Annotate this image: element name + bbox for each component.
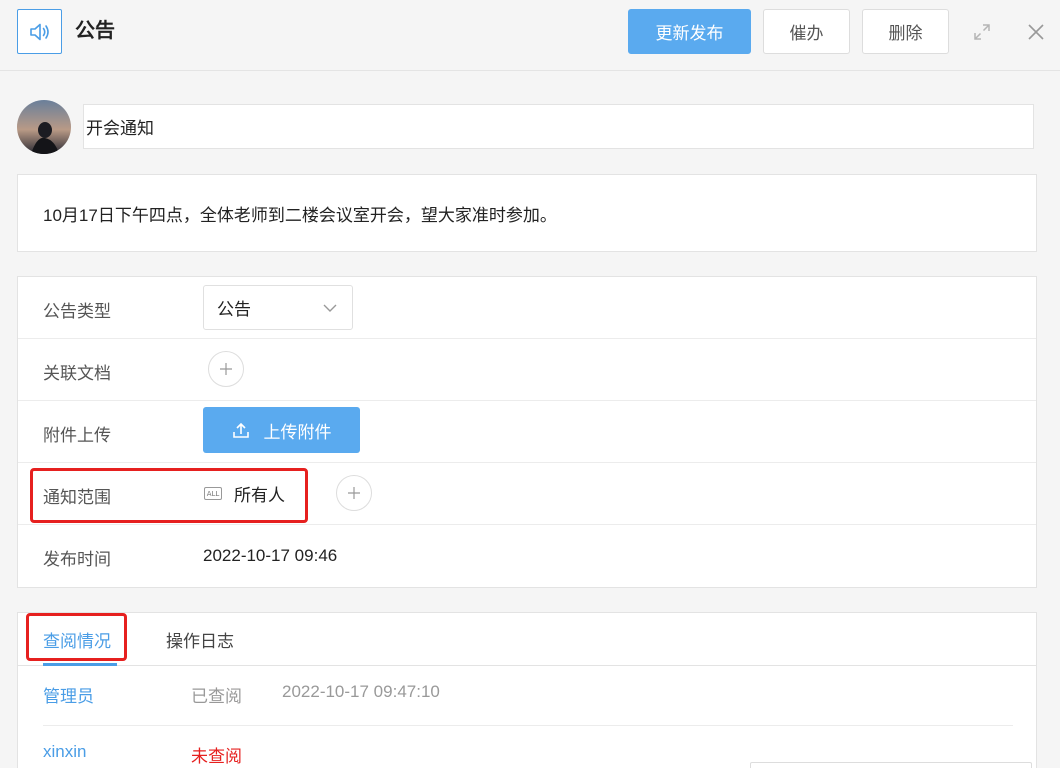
speaker-icon: [17, 9, 62, 54]
tabs-bar: 查阅情况 操作日志: [18, 613, 1036, 666]
chevron-down-icon: [322, 300, 338, 321]
upload-attachment-button[interactable]: 上传附件: [203, 407, 360, 453]
notice-form-panel: 公告类型 公告 关联文档 附件上传 上传附件 通知范围 ALL 所有人 发布时间…: [17, 276, 1037, 588]
type-label: 公告类型: [43, 302, 111, 321]
table-row: 管理员 已查阅 2022-10-17 09:47:10: [43, 666, 1013, 726]
publish-time-value: 2022-10-17 09:46: [203, 546, 338, 565]
notice-title-input[interactable]: 开会通知: [83, 104, 1034, 149]
attachment-label: 附件上传: [43, 426, 111, 445]
delete-button[interactable]: 删除: [862, 9, 949, 54]
scope-tag[interactable]: ALL 所有人: [204, 481, 285, 506]
reader-name[interactable]: 管理员: [43, 682, 94, 707]
type-row: 公告类型 公告: [18, 277, 1036, 339]
page-title: 公告: [75, 20, 115, 42]
notice-content[interactable]: 10月17日下午四点，全体老师到二楼会议室开会，望大家准时参加。: [17, 174, 1037, 252]
scope-value: 所有人: [234, 486, 285, 505]
read-time: 2022-10-17 09:47:10: [282, 682, 440, 701]
upload-button-label: 上传附件: [263, 422, 332, 442]
scope-row: 通知范围 ALL 所有人: [18, 463, 1036, 525]
docs-label: 关联文档: [43, 364, 111, 383]
tab-read-status[interactable]: 查阅情况: [43, 627, 111, 652]
read-status: 未查阅: [191, 747, 242, 766]
add-doc-icon[interactable]: [208, 351, 244, 387]
partial-popup: [750, 762, 1032, 768]
add-scope-icon[interactable]: [336, 475, 372, 511]
urge-button[interactable]: 催办: [763, 9, 850, 54]
close-icon[interactable]: [1024, 20, 1048, 44]
all-icon: ALL: [204, 487, 222, 500]
publish-time-label: 发布时间: [43, 550, 111, 569]
attachment-row: 附件上传 上传附件: [18, 401, 1036, 463]
read-status-panel: 查阅情况 操作日志 管理员 已查阅 2022-10-17 09:47:10 xi…: [17, 612, 1037, 768]
upload-icon: [232, 422, 249, 438]
type-select[interactable]: 公告: [203, 285, 353, 330]
scope-label: 通知范围: [43, 488, 111, 507]
reader-name[interactable]: xinxin: [43, 742, 86, 762]
tab-operation-log[interactable]: 操作日志: [166, 627, 234, 652]
docs-row: 关联文档: [18, 339, 1036, 401]
republish-button[interactable]: 更新发布: [628, 9, 751, 54]
read-status: 已查阅: [191, 687, 242, 706]
expand-icon[interactable]: [970, 20, 994, 44]
publish-time-row: 发布时间 2022-10-17 09:46: [18, 525, 1036, 587]
header-bar: 公告 更新发布 催办 删除: [0, 0, 1060, 71]
type-select-value: 公告: [217, 300, 251, 319]
avatar: [17, 100, 71, 154]
